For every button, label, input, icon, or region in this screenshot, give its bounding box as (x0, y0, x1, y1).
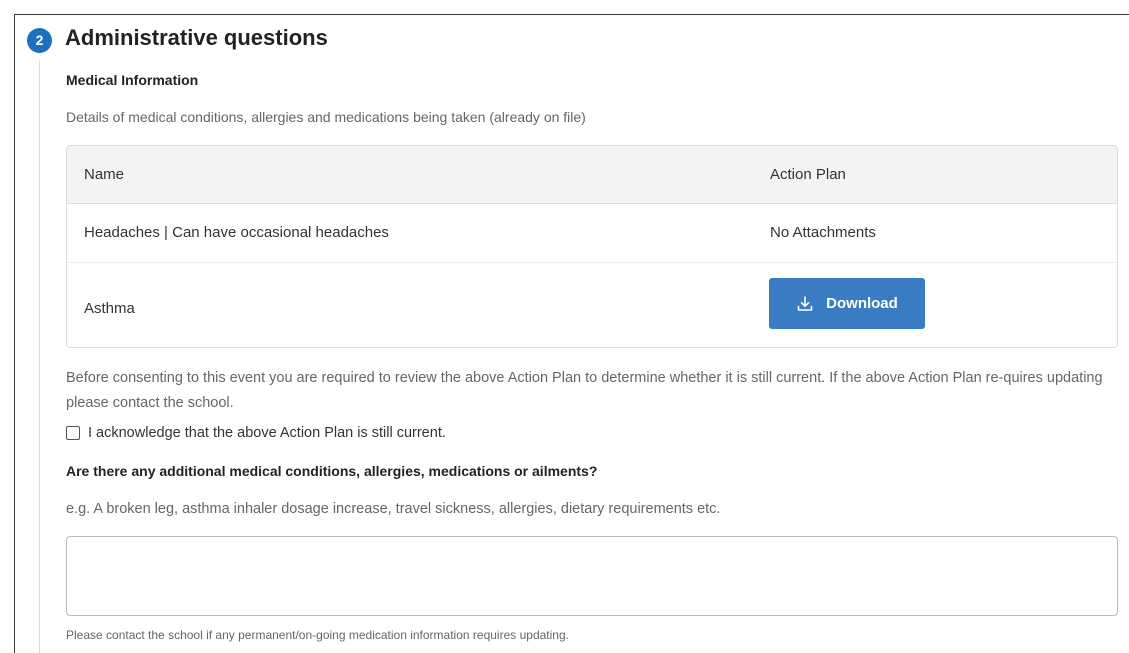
medication-update-note: Please contact the school if any permane… (66, 628, 569, 642)
acknowledge-label: I acknowledge that the above Action Plan… (88, 425, 446, 441)
section-divider (39, 60, 40, 653)
medical-information-title: Medical Information (66, 72, 199, 88)
additional-conditions-hint: e.g. A broken leg, asthma inhaler dosage… (66, 501, 721, 517)
additional-conditions-input[interactable] (66, 536, 1118, 616)
acknowledge-row: I acknowledge that the above Action Plan… (66, 423, 446, 443)
column-header-action-plan: Action Plan (770, 166, 846, 183)
row-divider (67, 262, 1117, 263)
step-number-badge: 2 (27, 28, 52, 53)
medical-information-description: Details of medical conditions, allergies… (66, 109, 586, 125)
additional-conditions-question: Are there any additional medical conditi… (66, 463, 598, 479)
download-button-label: Download (826, 295, 898, 312)
condition-name: Headaches | Can have occasional headache… (84, 224, 389, 241)
section-title: Administrative questions (65, 25, 328, 50)
download-action-plan-button[interactable]: Download (769, 278, 925, 329)
column-header-name: Name (84, 166, 125, 183)
table-header: Name Action Plan (67, 146, 1117, 204)
action-plan-status: No Attachments (770, 224, 876, 241)
condition-name: Asthma (84, 300, 135, 317)
acknowledge-checkbox[interactable] (66, 426, 80, 440)
medical-conditions-table: Name Action Plan Headaches | Can have oc… (66, 145, 1118, 348)
action-plan-review-note: Before consenting to this event you are … (66, 370, 1103, 411)
download-icon (796, 295, 814, 313)
